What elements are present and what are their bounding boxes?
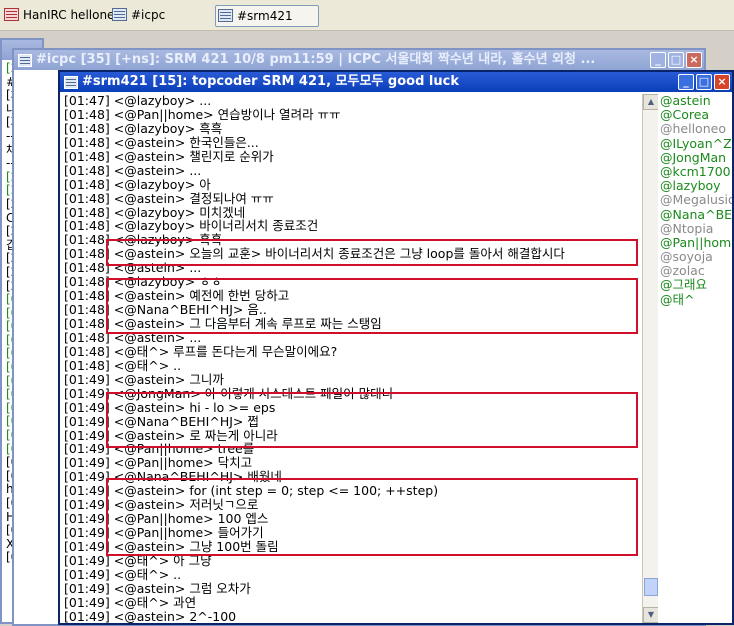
chat-message: [01:48] <@astein> ... [64,162,202,178]
minimize-button[interactable]: _ [678,74,694,90]
server-icon [4,8,19,21]
user-list-item[interactable]: @Corea [658,108,732,122]
chat-message: [01:48] <@lazyboy> 바이너리서치 종료조건 [64,218,319,234]
tab-label: #srm421 [237,9,293,23]
icpc-window-title: #icpc [35] [+ns]: SRM 421 10/8 pm11:59 |… [36,52,596,67]
user-list-item[interactable]: @JongMan [658,150,732,165]
highlight-box [106,478,638,556]
icpc-window-titlebar[interactable]: #icpc [35] [+ns]: SRM 421 10/8 pm11:59 |… [14,50,704,70]
chat-message: [01:47] <@lazyboy> ... [64,94,212,108]
channel-icon [64,76,78,89]
chat-message: [01:48] <@태^> .. [64,357,182,373]
chat-message: [01:49] <@astein> 그니까 [64,371,224,387]
highlight-box [106,239,638,266]
scroll-down-icon[interactable]: ▼ [643,607,659,623]
maximize-button[interactable]: □ [668,52,684,68]
highlight-box [106,278,638,334]
scroll-up-icon[interactable]: ▲ [643,94,659,110]
user-list-item[interactable]: @Pan||hom [658,235,732,250]
srm421-window[interactable]: #srm421 [15]: topcoder SRM 421, 모두모두 goo… [58,70,734,625]
chat-message: [01:48] <@태^> 루프를 돈다는게 무슨말이에요? [64,343,338,359]
maximize-button[interactable]: □ [696,74,712,90]
chat-message: [01:48] <@lazyboy> 아 [64,176,211,192]
user-list-item[interactable]: @ILyoan^Zra [658,136,732,151]
tab-label: #icpc [131,8,166,22]
tab-label: HanIRC helloneo [23,8,122,22]
chat-message: [01:48] <@astein> 챌린지로 순위가 [64,148,274,164]
window-controls: _ □ × [678,74,730,90]
channel-icon [112,8,127,21]
srm421-window-titlebar[interactable]: #srm421 [15]: topcoder SRM 421, 모두모두 goo… [60,72,732,92]
close-button[interactable]: × [686,52,702,68]
tab-hanirc-helloneo[interactable]: HanIRC helloneo [2,5,122,25]
chat-message: [01:48] <@astein> 결정되나여 ㅠㅠ [64,190,274,206]
chat-message: [01:48] <@astein> 한국인들은... [64,134,259,150]
user-list-item[interactable]: @astein [658,94,732,108]
user-list-item[interactable]: @soyoja [658,249,732,264]
scroll-thumb[interactable] [644,578,658,596]
highlight-box [106,392,638,448]
window-tab-bar: HanIRC helloneo #icpc #srm421 [0,0,734,31]
chat-message: [01:49] <@Pan||home> 닥치고 [64,455,253,471]
chat-scrollbar[interactable]: ▲ ▼ [642,94,659,623]
srm421-window-title: #srm421 [15]: topcoder SRM 421, 모두모두 goo… [82,74,459,89]
chat-message: [01:49] <@astein> 2^-100 [64,608,237,623]
channel-icon [218,9,233,22]
user-list-item[interactable]: @그래요 [658,278,732,292]
chat-message: [01:48] <@Pan||home> 연습방이나 열려라 ㅠㅠ [64,106,341,122]
minimize-button[interactable]: _ [650,52,666,68]
user-list-item[interactable]: @Nana^BEHI [658,207,732,222]
chat-message: [01:49] <@태^> 아 그냥 [64,552,212,568]
user-list-item[interactable]: @태^ [658,292,732,307]
chat-message: [01:49] <@태^> .. [64,566,182,582]
chat-message: [01:48] <@lazyboy> 미치겠네 [64,204,246,220]
window-controls: _ □ × [650,52,702,68]
user-list-item[interactable]: @kcm1700^h [658,164,732,179]
chat-message: [01:49] <@태^> 과연 [64,594,197,610]
close-button[interactable]: × [714,74,730,90]
user-list-item[interactable]: @Ntopia [658,221,732,236]
channel-icon [18,54,32,67]
tab-srm421[interactable]: #srm421 [215,5,319,27]
tab-icpc[interactable]: #icpc [110,5,165,25]
user-list-item[interactable]: @helloneo [658,122,732,136]
user-list-item[interactable]: @Megalusio [658,193,732,207]
chat-message: [01:49] <@astein> 그럼 오차가 [64,580,251,596]
chat-message: [01:48] <@lazyboy> 흑흑 [64,120,223,136]
user-list[interactable]: @astein@Corea@helloneo@ILyoan^Zra@JongMa… [658,94,732,623]
user-list-item[interactable]: @zolac [658,264,732,278]
user-list-item[interactable]: @lazyboy [658,179,732,193]
